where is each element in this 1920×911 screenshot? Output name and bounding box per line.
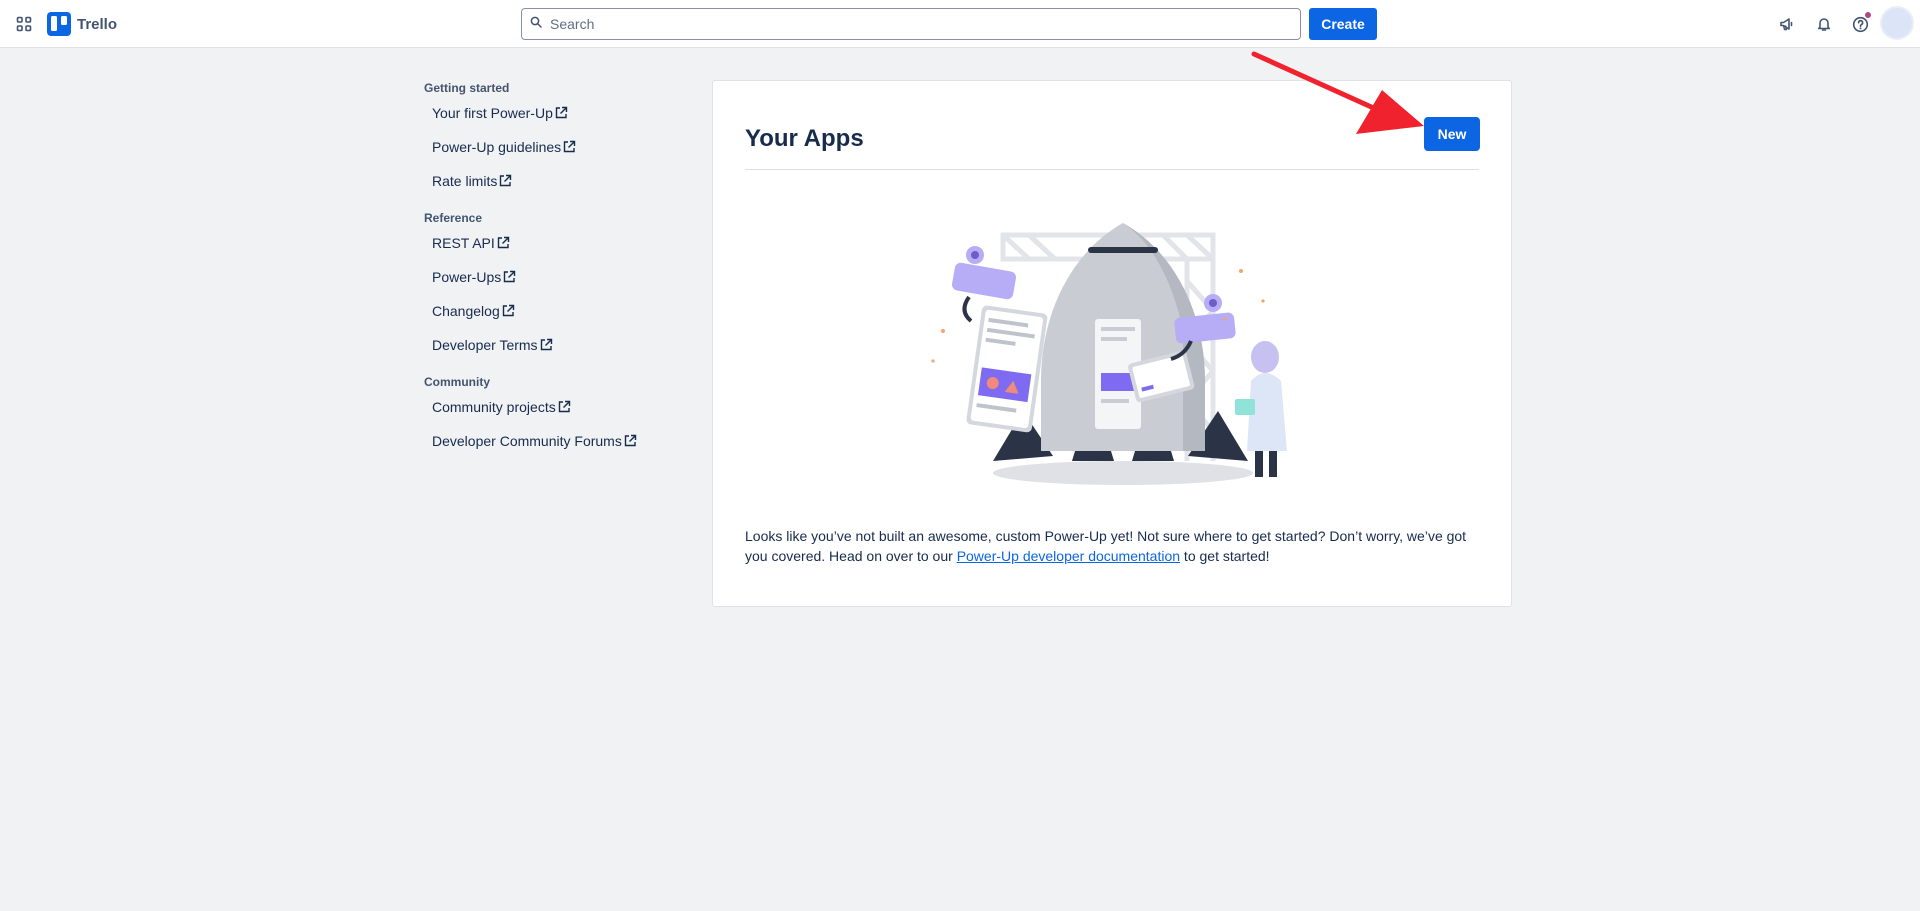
external-link-icon: [623, 426, 637, 460]
external-link-icon: [557, 392, 571, 426]
nav-link-label: Changelog: [432, 303, 500, 319]
bell-icon[interactable]: [1812, 12, 1836, 36]
power-up-docs-link[interactable]: Power-Up developer documentation: [957, 548, 1180, 564]
developer-sidebar: Getting started Your first Power-Up Powe…: [424, 80, 684, 458]
notification-dot: [1864, 11, 1872, 19]
nav-link-label: Community projects: [432, 399, 556, 415]
section-title-reference: Reference: [424, 211, 483, 225]
your-apps-card: Your Apps New Looks like you’ve not buil…: [712, 80, 1512, 607]
rocket-illustration: [931, 223, 1287, 485]
nav-link-label: Power-Ups: [432, 269, 502, 285]
title-divider: [745, 169, 1479, 170]
external-link-icon: [562, 132, 576, 166]
nav-link-rate-limits[interactable]: Rate limits: [424, 164, 684, 198]
external-link-icon: [502, 262, 516, 296]
nav-link-community-projects[interactable]: Community projects: [424, 390, 684, 424]
nav-link-changelog[interactable]: Changelog: [424, 294, 684, 328]
nav-link-developer-community-forums[interactable]: Developer Community Forums: [424, 424, 684, 458]
new-app-button[interactable]: New: [1425, 118, 1479, 150]
search-box[interactable]: [521, 8, 1301, 40]
section-title-community: Community: [424, 375, 490, 389]
empty-state-message: Looks like you’ve not built an awesome, …: [745, 526, 1481, 566]
megaphone-icon[interactable]: [1775, 12, 1799, 36]
create-button[interactable]: Create: [1309, 8, 1377, 40]
app-name: Trello: [77, 15, 118, 33]
avatar[interactable]: [1880, 6, 1914, 40]
nav-link-label: Rate limits: [432, 173, 498, 189]
nav-link-power-ups[interactable]: Power-Ups: [424, 260, 684, 294]
section-title-getting-started: Getting started: [424, 81, 510, 95]
nav-link-rest-api[interactable]: REST API: [424, 226, 684, 260]
trello-logo[interactable]: Trello: [47, 12, 117, 36]
nav-link-label: Developer Terms: [432, 337, 538, 353]
nav-link-your-first-power-up[interactable]: Your first Power-Up: [424, 96, 684, 130]
trello-logo-icon: [47, 12, 71, 36]
external-link-icon: [554, 98, 568, 132]
apps-grid-icon[interactable]: [12, 12, 36, 36]
nav-link-power-up-guidelines[interactable]: Power-Up guidelines: [424, 130, 684, 164]
nav-link-label: Your first Power-Up: [432, 105, 553, 121]
top-navigation-bar: Trello Create: [0, 0, 1920, 48]
search-input[interactable]: [550, 16, 1300, 32]
external-link-icon: [498, 166, 512, 200]
annotation-arrow-icon: [1251, 51, 1424, 134]
nav-link-label: Power-Up guidelines: [432, 139, 562, 155]
search-icon: [530, 15, 542, 33]
nav-link-developer-terms[interactable]: Developer Terms: [424, 328, 684, 362]
empty-text-outro: to get started!: [1180, 548, 1270, 564]
nav-link-label: REST API: [432, 235, 495, 251]
page-title: Your Apps: [745, 125, 864, 152]
external-link-icon: [539, 330, 553, 364]
external-link-icon: [496, 228, 510, 262]
external-link-icon: [501, 296, 515, 330]
nav-link-label: Developer Community Forums: [432, 433, 622, 449]
